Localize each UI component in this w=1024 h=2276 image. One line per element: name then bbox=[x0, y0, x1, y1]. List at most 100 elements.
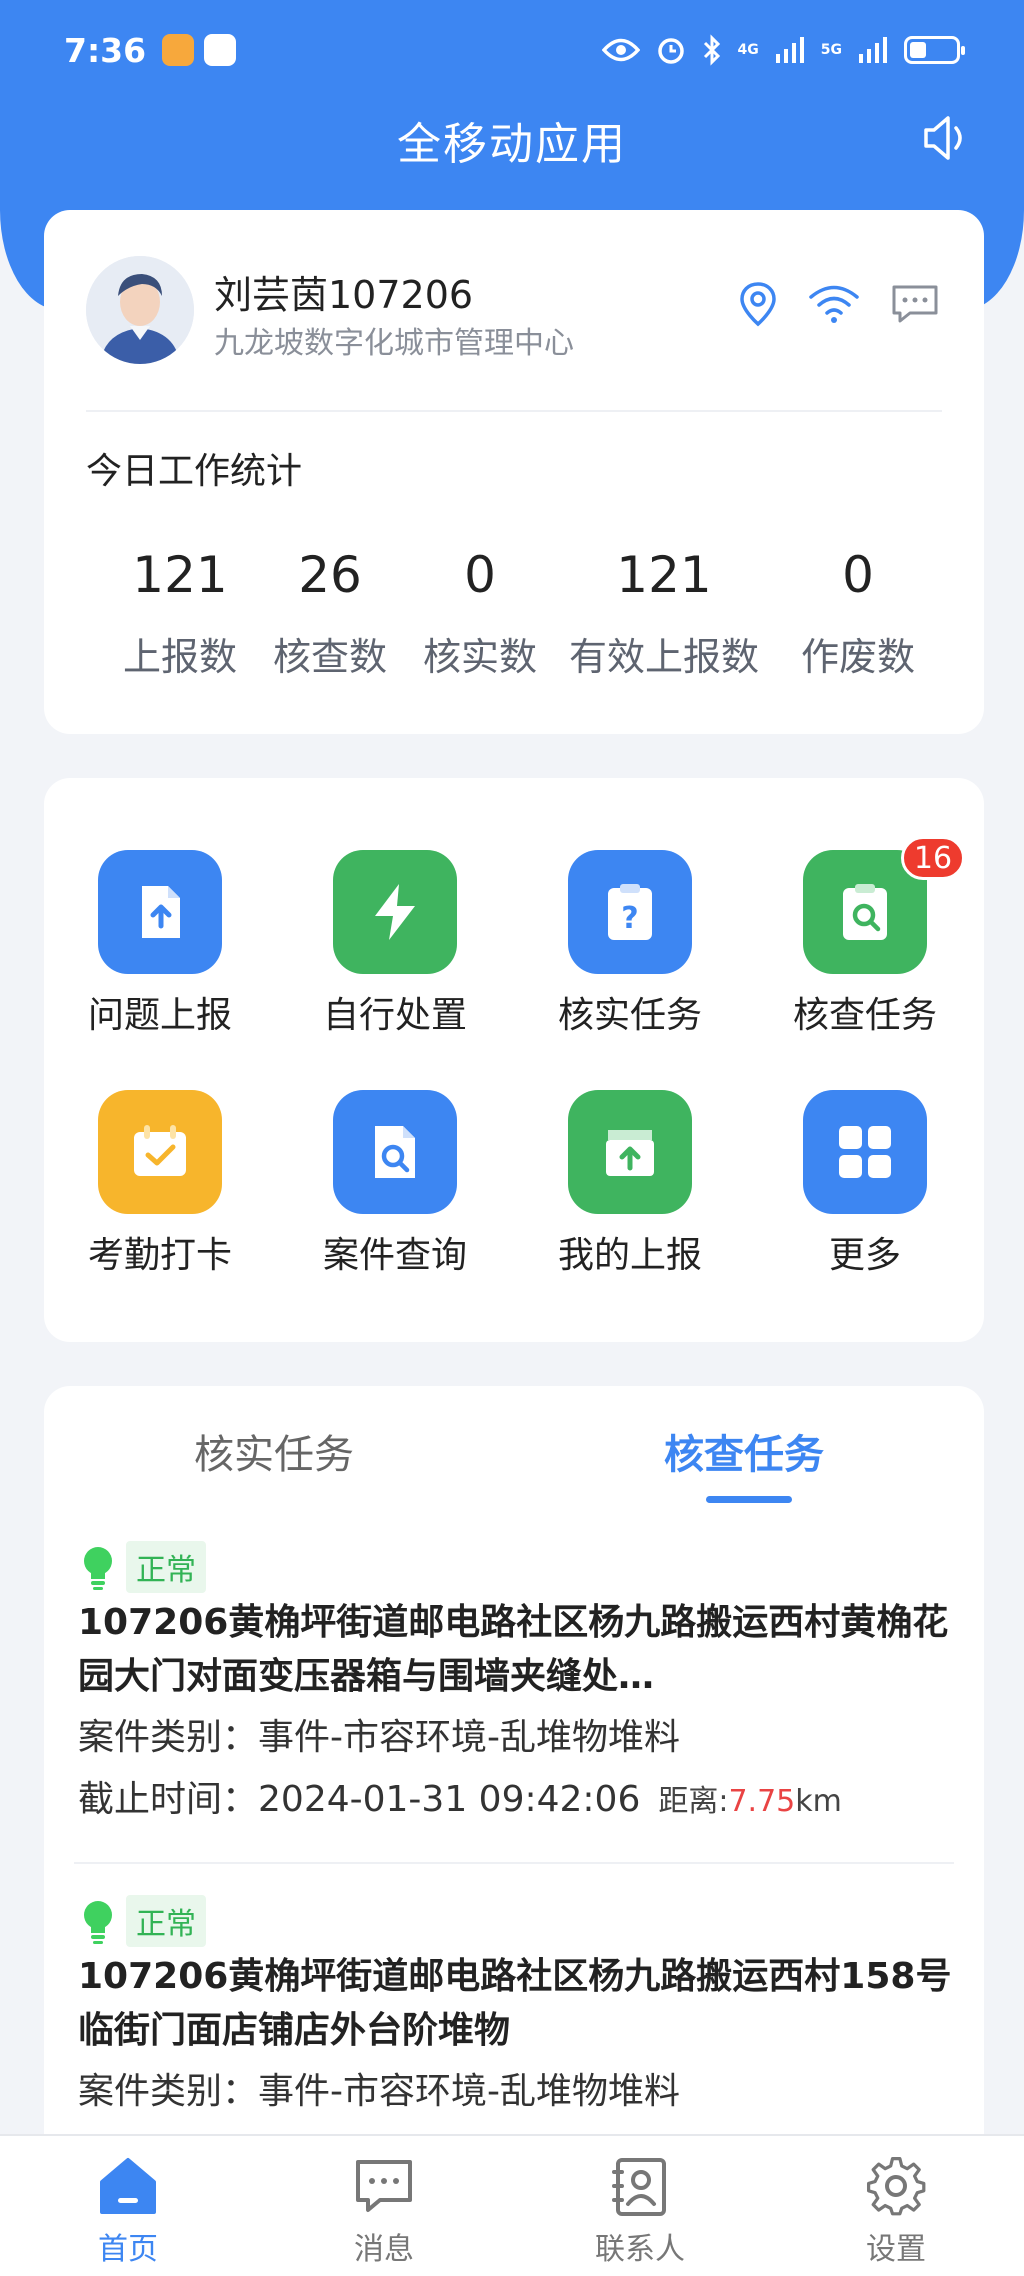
wifi-icon[interactable] bbox=[808, 284, 860, 324]
user-organization: 九龙坡数字化城市管理中心 bbox=[214, 326, 574, 361]
stat-value: 0 bbox=[842, 546, 874, 604]
grid-item-self-dispose[interactable]: 自行处置 bbox=[295, 850, 495, 1038]
stat-value: 0 bbox=[464, 546, 496, 604]
upload-doc-icon bbox=[98, 850, 222, 974]
status-app-icons bbox=[162, 34, 237, 66]
nav-label: 首页 bbox=[98, 2232, 158, 2267]
category-label: 案件类别： bbox=[78, 2071, 259, 2112]
task-category: 案件类别：事件-市容环境-乱堆物堆料 bbox=[78, 2064, 954, 2120]
task-title: 107206黄桷坪街道邮电路社区杨九路搬运西村158号临街门面店铺店外台阶堆物 bbox=[78, 1956, 952, 2051]
grid-item-case-query[interactable]: 案件查询 bbox=[295, 1090, 495, 1278]
notification-badge: 16 bbox=[901, 836, 965, 880]
stat-label: 核查数 bbox=[272, 635, 387, 679]
deadline-label: 截止时间： bbox=[78, 1779, 259, 1820]
stat-voided[interactable]: 0 作废数 bbox=[788, 550, 928, 681]
stat-label: 作废数 bbox=[800, 635, 915, 679]
settings-icon bbox=[866, 2156, 926, 2216]
distance-label: 距离: bbox=[658, 1784, 729, 1819]
message-icon bbox=[356, 2160, 412, 2212]
nav-home[interactable]: 首页 bbox=[48, 2154, 208, 2268]
network-label-5g: 5G bbox=[820, 42, 842, 58]
tab-verify-task[interactable]: 核实任务 bbox=[194, 1422, 354, 1480]
bluetooth-icon bbox=[703, 34, 720, 66]
grid-item-my-reports[interactable]: 我的上报 bbox=[530, 1090, 730, 1278]
alarm-icon bbox=[657, 38, 684, 64]
deadline-value: 2024-01-31 09:42:06 bbox=[258, 1779, 641, 1820]
task-deadline: 截止时间：2024-01-31 09:42:06 距离:7.75km bbox=[78, 1772, 954, 1830]
grid-item-check-task[interactable]: 16 核查任务 bbox=[765, 836, 965, 1038]
stat-label: 有效上报数 bbox=[568, 635, 759, 679]
category-label: 案件类别： bbox=[78, 1717, 259, 1758]
grid-item-verify-task[interactable]: ? 核实任务 bbox=[530, 850, 730, 1038]
grid-label: 我的上报 bbox=[557, 1235, 702, 1276]
grid-label: 核实任务 bbox=[557, 995, 702, 1036]
category-value: 事件-市容环境-乱堆物堆料 bbox=[258, 1717, 680, 1758]
tab-check-task[interactable]: 核查任务 bbox=[664, 1422, 824, 1480]
chat-icon[interactable] bbox=[890, 283, 940, 325]
nav-label: 联系人 bbox=[595, 2232, 685, 2267]
nav-label: 设置 bbox=[866, 2232, 926, 2267]
divider bbox=[74, 1862, 954, 1864]
notification-app-icon bbox=[204, 34, 237, 66]
status-time: 7:36 bbox=[64, 30, 147, 70]
active-tab-indicator bbox=[706, 1496, 792, 1503]
grid-label: 案件查询 bbox=[322, 1235, 467, 1276]
list-item[interactable]: 正常 107206黄桷坪街道邮电路社区杨九路搬运西村158号临街门面店铺店外台阶… bbox=[78, 1894, 954, 2120]
status-badge: 正常 bbox=[126, 1541, 206, 1593]
lightbulb-icon bbox=[84, 1901, 112, 1944]
profile-actions bbox=[738, 280, 940, 328]
profile-card: 刘芸茵107206 九龙坡数字化城市管理中心 今日工作统计 121 上报数 26… bbox=[44, 210, 984, 734]
function-grid-card: 问题上报 自行处置 ? 核实任务 16 核查任务 考勤打卡 案件查询 我的上报 … bbox=[44, 778, 984, 1342]
grid-item-report-issue[interactable]: 问题上报 bbox=[60, 850, 260, 1038]
grid-icon bbox=[803, 1090, 927, 1214]
status-bar: 7:36 4G 5G bbox=[0, 0, 1024, 100]
grid-label: 自行处置 bbox=[322, 995, 467, 1036]
distance: 距离:7.75km bbox=[658, 1784, 842, 1819]
network-label-4g: 4G bbox=[737, 42, 759, 58]
status-icons: 4G 5G bbox=[601, 34, 965, 66]
divider bbox=[86, 410, 942, 412]
svg-text:?: ? bbox=[621, 901, 638, 936]
grid-label: 核查任务 bbox=[792, 995, 937, 1036]
stat-value: 121 bbox=[616, 546, 712, 604]
nav-messages[interactable]: 消息 bbox=[304, 2154, 464, 2268]
list-item[interactable]: 正常 107206黄桷坪街道邮电路社区杨九路搬运西村黄桷花园大门对面变压器箱与围… bbox=[78, 1540, 954, 1830]
stat-valid-reported[interactable]: 121 有效上报数 bbox=[564, 550, 764, 681]
stat-value: 26 bbox=[298, 546, 362, 604]
contacts-icon bbox=[612, 2158, 666, 2216]
search-clipboard-icon: 16 bbox=[803, 836, 965, 974]
task-title: 107206黄桷坪街道邮电路社区杨九路搬运西村黄桷花园大门对面变压器箱与围墙夹缝… bbox=[78, 1602, 949, 1697]
notification-app-icon bbox=[162, 34, 195, 66]
stat-label: 核实数 bbox=[422, 635, 537, 679]
status-badge: 正常 bbox=[126, 1895, 206, 1947]
stat-value: 121 bbox=[132, 546, 228, 604]
stat-label: 上报数 bbox=[122, 635, 237, 679]
speaker-icon[interactable] bbox=[920, 112, 972, 164]
stat-checked[interactable]: 26 核查数 bbox=[260, 550, 400, 681]
avatar[interactable] bbox=[86, 256, 194, 364]
battery-icon bbox=[904, 36, 965, 64]
location-icon[interactable] bbox=[738, 280, 778, 328]
signal-icon bbox=[775, 37, 804, 63]
stat-verified[interactable]: 0 核实数 bbox=[410, 550, 550, 681]
grid-item-attendance[interactable]: 考勤打卡 bbox=[60, 1090, 260, 1278]
upload-box-icon bbox=[568, 1090, 692, 1214]
grid-label: 更多 bbox=[828, 1235, 901, 1276]
nav-label: 消息 bbox=[354, 2232, 414, 2267]
search-doc-icon bbox=[333, 1090, 457, 1214]
stat-reported[interactable]: 121 上报数 bbox=[110, 550, 250, 681]
distance-value: 7.75 bbox=[728, 1784, 796, 1819]
user-name: 刘芸茵107206 bbox=[214, 273, 474, 317]
home-icon bbox=[100, 2158, 156, 2214]
grid-item-more[interactable]: 更多 bbox=[765, 1090, 965, 1278]
grid-label: 考勤打卡 bbox=[87, 1235, 232, 1276]
signal-icon bbox=[859, 37, 887, 63]
bottom-navigation: 首页 消息 联系人 设置 bbox=[0, 2134, 1024, 2276]
nav-contacts[interactable]: 联系人 bbox=[560, 2154, 720, 2268]
lightbulb-icon bbox=[84, 1547, 112, 1590]
nav-settings[interactable]: 设置 bbox=[816, 2154, 976, 2268]
distance-unit: km bbox=[795, 1784, 842, 1819]
calendar-check-icon bbox=[98, 1090, 222, 1214]
lightning-icon bbox=[333, 850, 457, 974]
category-value: 事件-市容环境-乱堆物堆料 bbox=[258, 2071, 680, 2112]
